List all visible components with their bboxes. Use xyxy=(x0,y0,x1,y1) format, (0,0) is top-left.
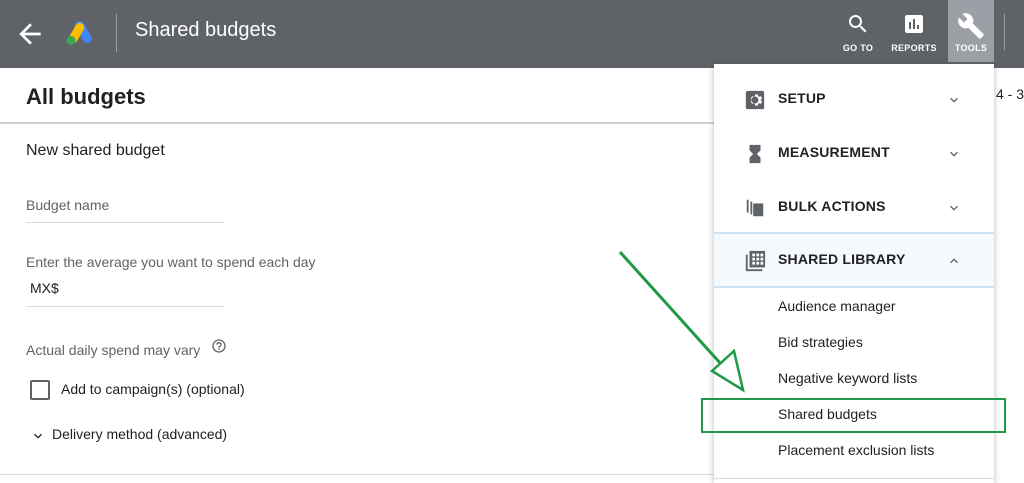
copy-icon xyxy=(744,197,766,224)
date-range-fragment[interactable]: 4 - 3 xyxy=(996,86,1024,102)
google-ads-logo-icon[interactable] xyxy=(66,20,94,46)
goto-label: GO TO xyxy=(842,43,874,53)
menu-label-measurement: MEASUREMENT xyxy=(778,144,890,160)
chevron-up-icon xyxy=(946,253,962,274)
menu-label-setup: SETUP xyxy=(778,90,826,106)
top-bar: Shared budgets GO TO REPORTS TOOLS xyxy=(0,0,1024,68)
menu-item-negative-keyword-lists[interactable]: Negative keyword lists xyxy=(778,370,917,386)
menu-label-shared-library: SHARED LIBRARY xyxy=(778,251,906,267)
budget-name-underline xyxy=(26,222,224,223)
form-bottom-divider xyxy=(0,474,714,475)
add-campaign-label[interactable]: Add to campaign(s) (optional) xyxy=(61,381,245,397)
search-icon xyxy=(849,15,867,33)
menu-item-audience-manager[interactable]: Audience manager xyxy=(778,298,896,314)
form-section-title: New shared budget xyxy=(26,142,165,159)
menu-item-placement-exclusion-lists[interactable]: Placement exclusion lists xyxy=(778,442,934,458)
gear-icon xyxy=(744,89,766,116)
annotation-highlight-box xyxy=(701,398,1006,433)
help-icon[interactable] xyxy=(211,338,227,359)
chevron-down-icon xyxy=(946,92,962,113)
page-heading: All budgets xyxy=(26,84,146,109)
menu-bottom-divider xyxy=(714,478,994,479)
spend-note: Actual daily spend may vary xyxy=(26,342,201,358)
menu-section-bulk-actions[interactable]: BULK ACTIONS xyxy=(714,180,994,234)
daily-amount-input[interactable] xyxy=(26,306,224,307)
goto-button[interactable]: GO TO xyxy=(834,0,882,62)
chevron-down-icon[interactable] xyxy=(30,428,46,449)
delivery-method-toggle[interactable]: Delivery method (advanced) xyxy=(52,426,227,442)
menu-section-measurement[interactable]: MEASUREMENT xyxy=(714,126,994,180)
menu-label-bulk-actions: BULK ACTIONS xyxy=(778,198,886,214)
page-title-bar: Shared budgets xyxy=(135,19,277,41)
back-arrow-icon[interactable] xyxy=(14,18,46,50)
chevron-down-icon xyxy=(946,146,962,167)
add-campaign-checkbox[interactable] xyxy=(30,380,50,400)
menu-section-setup[interactable]: SETUP xyxy=(714,72,994,126)
hourglass-icon xyxy=(744,143,766,170)
reports-label: REPORTS xyxy=(891,43,937,53)
wrench-icon xyxy=(958,13,984,39)
topbar-separator xyxy=(1004,14,1005,50)
chevron-down-icon xyxy=(946,200,962,221)
topbar-divider xyxy=(116,14,117,52)
budget-name-input[interactable]: Budget name xyxy=(26,197,109,213)
reports-button[interactable]: REPORTS xyxy=(890,0,938,62)
bar-chart-icon xyxy=(905,15,923,33)
menu-item-bid-strategies[interactable]: Bid strategies xyxy=(778,334,863,350)
tools-button[interactable]: TOOLS xyxy=(948,0,994,62)
library-icon xyxy=(744,250,766,277)
daily-amount-label: Enter the average you want to spend each… xyxy=(26,254,316,270)
menu-section-shared-library[interactable]: SHARED LIBRARY xyxy=(714,232,994,288)
currency-prefix: MX$ xyxy=(30,280,59,296)
tools-label: TOOLS xyxy=(954,43,988,53)
header-divider xyxy=(0,122,714,124)
